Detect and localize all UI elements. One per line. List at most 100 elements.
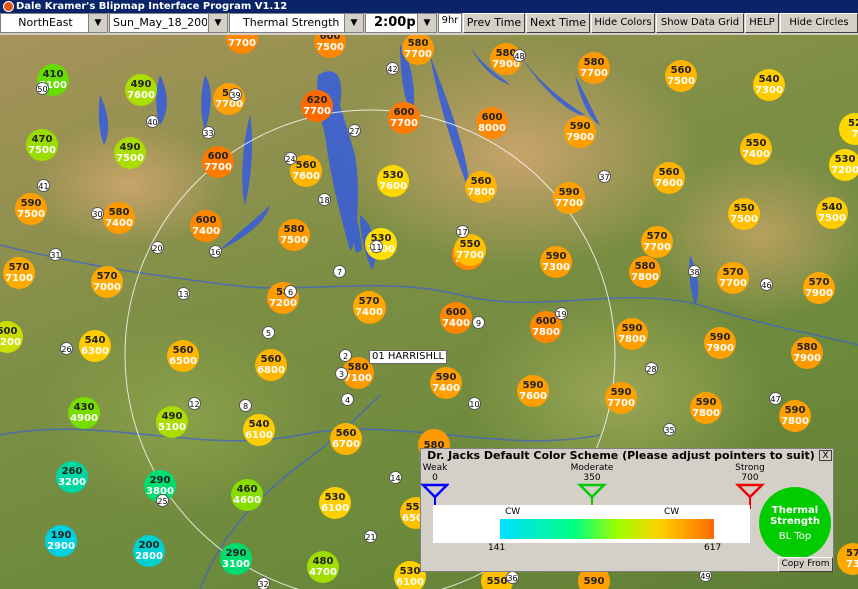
thermal-blip[interactable]: 580 7800 <box>629 256 661 288</box>
thermal-blip[interactable]: 550 7400 <box>740 133 772 165</box>
prev-time-button[interactable]: Prev Time <box>463 13 525 33</box>
thermal-blip[interactable]: 590 7400 <box>430 367 462 399</box>
site-marker[interactable]: 17 <box>456 225 469 238</box>
thermal-blip[interactable]: 540 7300 <box>753 69 785 101</box>
thermal-blip[interactable]: 490 7500 <box>114 137 146 169</box>
site-marker[interactable]: 28 <box>645 362 658 375</box>
site-marker[interactable]: 38 <box>688 265 701 278</box>
close-icon[interactable]: X <box>819 450 832 461</box>
site-marker[interactable]: 9 <box>472 316 485 329</box>
thermal-blip[interactable]: 540 6300 <box>79 330 111 362</box>
site-marker[interactable]: 42 <box>386 62 399 75</box>
thermal-blip[interactable]: 460 4600 <box>231 479 263 511</box>
thermal-blip[interactable]: 6007700 <box>388 102 420 134</box>
site-marker[interactable]: 48 <box>513 49 526 62</box>
thermal-blip[interactable]: 580 7700 <box>578 52 610 84</box>
site-marker[interactable]: 37 <box>598 170 611 183</box>
site-marker[interactable]: 50 <box>36 82 49 95</box>
region-select[interactable]: NorthEast ▼ <box>0 13 108 33</box>
thermal-blip[interactable]: 560 6700 <box>330 423 362 455</box>
site-marker[interactable]: 30 <box>91 207 104 220</box>
site-marker[interactable]: 6 <box>284 285 297 298</box>
thermal-blip[interactable]: 570 7400 <box>353 291 385 323</box>
site-marker[interactable]: 14 <box>389 471 402 484</box>
site-marker[interactable]: 26 <box>60 342 73 355</box>
thermal-blip[interactable]: 560 7600 <box>653 162 685 194</box>
thermal-blip[interactable]: 530 6100 <box>319 487 351 519</box>
site-marker[interactable]: 11 <box>370 240 383 253</box>
show-data-grid-button[interactable]: Show Data Grid <box>656 13 744 33</box>
thermal-blip[interactable]: 590 7600 <box>517 375 549 407</box>
hide-circles-button[interactable]: Hide Circles <box>780 13 858 33</box>
site-marker[interactable]: 39 <box>229 88 242 101</box>
thermal-blip[interactable]: 290 3100 <box>220 543 252 575</box>
thermal-blip[interactable]: 590 7300 <box>540 246 572 278</box>
thermal-blip[interactable]: 560 6500 <box>167 340 199 372</box>
site-marker[interactable]: 10 <box>468 397 481 410</box>
thermal-blip[interactable]: 590 7900 <box>564 116 596 148</box>
thermal-blip[interactable]: 540 6100 <box>243 414 275 446</box>
thermal-blip[interactable]: 560 6800 <box>255 349 287 381</box>
copy-from-button[interactable]: Copy From <box>778 557 833 572</box>
site-marker[interactable]: 27 <box>348 124 361 137</box>
thermal-blip[interactable]: 570 7900 <box>803 272 835 304</box>
thermal-blip[interactable]: 530 7600 <box>377 165 409 197</box>
thermal-blip[interactable]: 570 7700 <box>641 226 673 258</box>
site-marker[interactable]: 40 <box>146 115 159 128</box>
site-marker[interactable]: 36 <box>506 571 519 584</box>
thermal-blip[interactable]: 480 4700 <box>307 551 339 583</box>
site-marker[interactable]: 18 <box>318 193 331 206</box>
thermal-blip[interactable]: 580 7400 <box>103 202 135 234</box>
site-marker[interactable]: 5 <box>262 326 275 339</box>
thermal-blip[interactable]: 580 7500 <box>278 219 310 251</box>
thermal-blip[interactable]: 530 7200 <box>829 149 858 181</box>
site-marker[interactable]: 4 <box>341 393 354 406</box>
thermal-blip[interactable]: 570 7100 <box>3 257 35 289</box>
chevron-down-icon[interactable]: ▼ <box>88 14 107 32</box>
site-marker[interactable]: 46 <box>760 278 773 291</box>
thermal-blip[interactable]: 580 7900 <box>791 337 823 369</box>
thermal-blip[interactable]: 260 3200 <box>56 461 88 493</box>
site-marker[interactable]: 21 <box>364 530 377 543</box>
thermal-blip[interactable]: 200 2800 <box>133 535 165 567</box>
site-marker[interactable]: 19 <box>555 307 568 320</box>
site-marker[interactable]: 13 <box>177 287 190 300</box>
site-label[interactable]: 01 HARRISHLL <box>369 350 448 364</box>
thermal-blip[interactable]: 490 5100 <box>156 406 188 438</box>
site-marker[interactable]: 47 <box>769 392 782 405</box>
help-button[interactable]: HELP <box>745 13 779 33</box>
site-marker[interactable]: 31 <box>49 248 62 261</box>
site-marker[interactable]: 12 <box>188 397 201 410</box>
thermal-blip[interactable]: 560 7500 <box>665 60 697 92</box>
site-marker[interactable]: 25 <box>156 494 169 507</box>
site-marker[interactable]: 3 <box>335 367 348 380</box>
site-marker[interactable]: 32 <box>257 577 270 589</box>
thermal-blip[interactable]: 590 7800 <box>779 400 811 432</box>
thermal-blip[interactable]: 550 7500 <box>728 198 760 230</box>
site-marker[interactable]: 24 <box>284 152 297 165</box>
thermal-blip[interactable]: 590 7900 <box>704 327 736 359</box>
thermal-blip[interactable]: 550 7700 <box>454 234 486 266</box>
chevron-down-icon[interactable]: ▼ <box>208 14 227 32</box>
site-marker[interactable]: 41 <box>37 179 50 192</box>
chevron-down-icon[interactable]: ▼ <box>417 14 436 32</box>
thermal-blip[interactable]: 430 4900 <box>68 397 100 429</box>
thermal-blip[interactable]: 620 7700 <box>301 90 333 122</box>
site-marker[interactable]: 35 <box>663 423 676 436</box>
thermal-blip[interactable]: 490 7600 <box>125 74 157 106</box>
site-marker[interactable]: 7 <box>333 265 346 278</box>
thermal-blip[interactable]: 590 7700 <box>605 382 637 414</box>
thermal-blip[interactable]: 6007700 <box>202 146 234 178</box>
site-marker[interactable]: 33 <box>202 126 215 139</box>
thermal-blip[interactable]: 590 7800 <box>690 392 722 424</box>
thermal-blip[interactable]: 540 7500 <box>816 197 848 229</box>
thermal-blip[interactable]: 190 2900 <box>45 525 77 557</box>
date-select[interactable]: Sun_May_18_2003 ▼ <box>109 13 228 33</box>
thermal-blip[interactable]: 560 7800 <box>465 171 497 203</box>
time-select[interactable]: 2:00p ▼ <box>365 13 437 33</box>
next-time-button[interactable]: Next Time <box>526 13 590 33</box>
site-marker[interactable]: 20 <box>151 241 164 254</box>
thermal-blip[interactable]: 570 7000 <box>91 266 123 298</box>
chevron-down-icon[interactable]: ▼ <box>344 14 363 32</box>
hide-colors-button[interactable]: Hide Colors <box>591 13 655 33</box>
